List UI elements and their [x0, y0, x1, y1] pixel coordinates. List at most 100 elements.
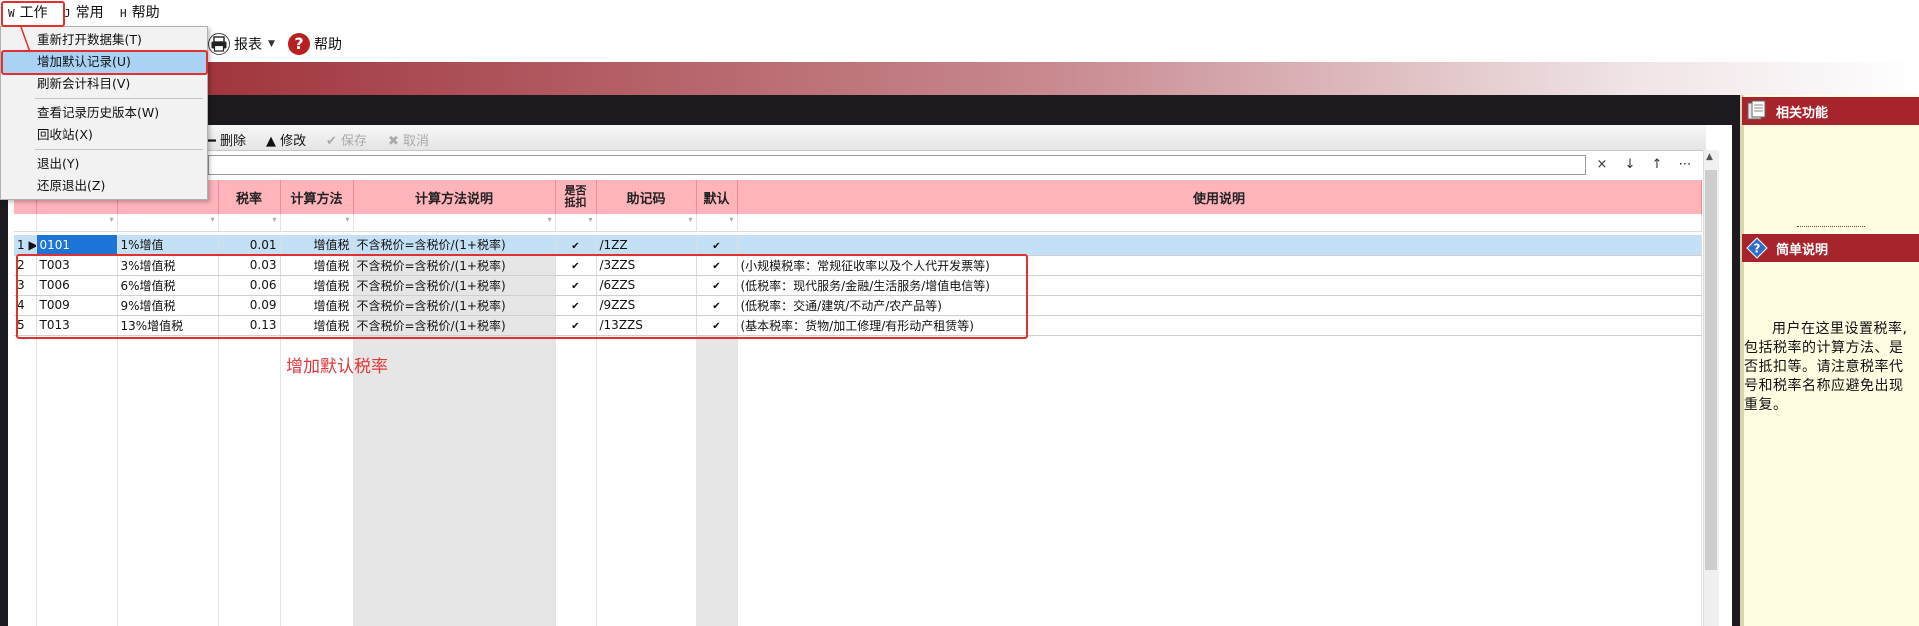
menu-separator [35, 149, 203, 150]
menu-common[interactable]: J 常用 [64, 4, 104, 22]
cell-rate[interactable]: 0.06 [218, 275, 281, 296]
menu-help[interactable]: H 帮助 [120, 4, 160, 22]
filter-cell[interactable] [696, 214, 738, 232]
cell-name[interactable]: 13%增值税 [117, 315, 219, 336]
menu-record-history[interactable]: 查看记录历史版本(W) [2, 102, 206, 124]
cell-code[interactable]: T009 [36, 295, 118, 316]
header-usage[interactable]: 使用说明 [737, 180, 1702, 214]
grid-toolbar: ━ 删除 ▲ 修改 ✔ 保存 ✖ 取消 [8, 125, 1706, 151]
menu-restore-exit[interactable]: 还原退出(Z) [2, 175, 206, 197]
filter-cell[interactable] [596, 214, 697, 232]
brief-description-header[interactable]: ? 简单说明 [1742, 234, 1919, 262]
row-number: 5 [14, 315, 37, 336]
cell-name[interactable]: 3%增值税 [117, 255, 219, 276]
cell-usage[interactable]: (低税率：现代服务/金融/生活服务/增值电信等) [737, 275, 1702, 296]
cell-default[interactable]: ✔ [696, 315, 738, 336]
cell-method-desc[interactable]: 不含税价=含税价/(1+税率) [353, 295, 556, 316]
cell-method-desc[interactable]: 不含税价=含税价/(1+税率) [353, 275, 556, 296]
filter-cell[interactable] [353, 214, 556, 232]
cell-usage[interactable]: (小规模税率：常规征收率以及个人代开发票等) [737, 255, 1702, 276]
table-row[interactable]: 4 T009 9%增值税 0.09 增值税 不含税价=含税价/(1+税率) ✔ … [14, 295, 1702, 316]
cell-deductible[interactable]: ✔ [555, 255, 597, 276]
header-mnemonic[interactable]: 助记码 [596, 180, 697, 214]
more-icon[interactable]: ⋯ [1676, 157, 1694, 172]
save-label: 保存 [341, 134, 368, 149]
empty-cell [117, 335, 219, 626]
cell-deductible[interactable]: ✔ [555, 275, 597, 296]
brief-description-title: 简单说明 [1776, 242, 1829, 258]
clear-filter-icon[interactable]: × [1593, 157, 1611, 172]
filter-row [14, 214, 1702, 232]
filter-cell [14, 214, 37, 232]
table-row[interactable]: 2 T003 3%增值税 0.03 增值税 不含税价=含税价/(1+税率) ✔ … [14, 255, 1702, 276]
cell-rate[interactable]: 0.13 [218, 315, 281, 336]
menu-recycle-bin[interactable]: 回收站(X) [2, 124, 206, 146]
menu-exit[interactable]: 退出(Y) [2, 153, 206, 175]
arrow-down-icon[interactable]: ↓ [1621, 157, 1639, 172]
edit-button[interactable]: ▲ 修改 [266, 130, 306, 149]
cell-rate[interactable]: 0.09 [218, 295, 281, 316]
cell-code[interactable]: T013 [36, 315, 118, 336]
delete-button[interactable]: ━ 删除 [208, 130, 246, 149]
cell-usage[interactable] [737, 235, 1702, 256]
cell-deductible[interactable]: ✔ [555, 295, 597, 316]
cell-mnemonic[interactable]: /1ZZ [596, 235, 697, 256]
arrow-up-icon[interactable]: ↑ [1648, 157, 1666, 172]
table-row[interactable]: 1 ▶ 0101 1%增值 0.01 增值税 不含税价=含税价/(1+税率) ✔… [14, 235, 1702, 256]
filter-input[interactable] [208, 155, 1586, 175]
filter-cell[interactable] [280, 214, 354, 232]
filter-cell[interactable] [36, 214, 118, 232]
header-method[interactable]: 计算方法 [280, 180, 354, 214]
cell-default[interactable]: ✔ [696, 275, 738, 296]
help-button[interactable]: ? 帮助 [288, 30, 342, 58]
filter-cell[interactable] [737, 214, 1702, 232]
cell-mnemonic[interactable]: /6ZZS [596, 275, 697, 296]
cell-name[interactable]: 6%增值税 [117, 275, 219, 296]
cell-mnemonic[interactable]: /3ZZS [596, 255, 697, 276]
cell-usage[interactable]: (基本税率：货物/加工修理/有形动产租赁等) [737, 315, 1702, 336]
checkbox-checked-icon: ✔ [571, 321, 580, 332]
cell-mnemonic[interactable]: /9ZZS [596, 295, 697, 316]
cell-name[interactable]: 1%增值 [117, 235, 219, 256]
cell-mnemonic[interactable]: /13ZZS [596, 315, 697, 336]
header-deductible[interactable]: 是否抵扣 [555, 180, 597, 214]
cancel-button[interactable]: ✖ 取消 [388, 130, 429, 149]
cell-method[interactable]: 增值税 [280, 235, 354, 256]
filter-cell[interactable] [117, 214, 219, 232]
cell-usage[interactable]: (低税率：交通/建筑/不动产/农产品等) [737, 295, 1702, 316]
cell-default[interactable]: ✔ [696, 255, 738, 276]
related-functions-header[interactable]: 相关功能 [1742, 97, 1919, 125]
header-default[interactable]: 默认 [696, 180, 738, 214]
save-button[interactable]: ✔ 保存 [326, 130, 367, 149]
cell-code[interactable]: 0101 [36, 235, 118, 256]
cell-method-desc[interactable]: 不含税价=含税价/(1+税率) [353, 255, 556, 276]
table-row[interactable]: 3 T006 6%增值税 0.06 增值税 不含税价=含税价/(1+税率) ✔ … [14, 275, 1702, 296]
cell-method-desc[interactable]: 不含税价=含税价/(1+税率) [353, 315, 556, 336]
table-row[interactable]: 5 T013 13%增值税 0.13 增值税 不含税价=含税价/(1+税率) ✔… [14, 315, 1702, 336]
header-rate[interactable]: 税率 [218, 180, 281, 214]
cell-rate[interactable]: 0.03 [218, 255, 281, 276]
minus-icon: ━ [208, 134, 216, 149]
cell-method[interactable]: 增值税 [280, 275, 354, 296]
cell-method-desc[interactable]: 不含税价=含税价/(1+税率) [353, 235, 556, 256]
cell-default[interactable]: ✔ [696, 235, 738, 256]
panel-splitter[interactable] [1797, 226, 1865, 231]
cell-method[interactable]: 增值税 [280, 255, 354, 276]
cell-rate[interactable]: 0.01 [218, 235, 281, 256]
report-button[interactable]: 报表 ▼ [208, 30, 275, 58]
cell-code[interactable]: T003 [36, 255, 118, 276]
filter-cell[interactable] [555, 214, 597, 232]
cell-deductible[interactable]: ✔ [555, 235, 597, 256]
scroll-up-icon[interactable]: ▲ [1706, 152, 1713, 162]
scrollbar-thumb[interactable] [1705, 170, 1717, 570]
cell-method[interactable]: 增值税 [280, 315, 354, 336]
cell-name[interactable]: 9%增值税 [117, 295, 219, 316]
cell-default[interactable]: ✔ [696, 295, 738, 316]
cell-deductible[interactable]: ✔ [555, 315, 597, 336]
header-method-desc[interactable]: 计算方法说明 [353, 180, 556, 214]
cell-code[interactable]: T006 [36, 275, 118, 296]
menu-refresh-accounts[interactable]: 刷新会计科目(V) [2, 73, 206, 95]
filter-cell[interactable] [218, 214, 281, 232]
checkbox-checked-icon: ✔ [571, 240, 580, 252]
cell-method[interactable]: 增值税 [280, 295, 354, 316]
